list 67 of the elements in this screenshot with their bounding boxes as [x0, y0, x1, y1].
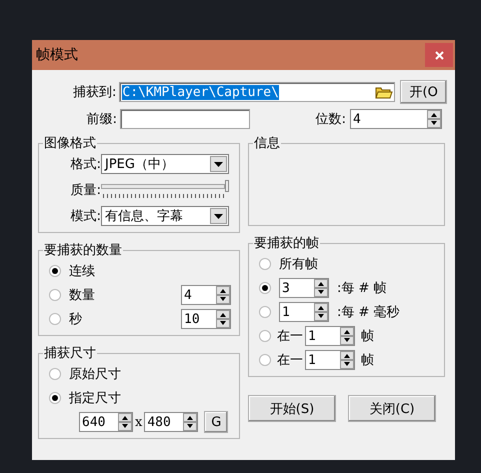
radio-button[interactable] — [259, 354, 271, 366]
option-label[interactable]: 在一 — [277, 327, 303, 345]
field-label: 位数: — [314, 111, 346, 128]
group-title: 图像格式 — [43, 135, 97, 152]
close-button[interactable] — [425, 43, 453, 67]
spin-buttons-icon[interactable] — [314, 279, 328, 297]
group-title: 捕获尺寸 — [43, 345, 97, 362]
prefix-field[interactable] — [120, 109, 250, 129]
group-title: 信息 — [253, 135, 281, 152]
window-title: 帧模式 — [36, 46, 78, 64]
option-label: :每 # 帧 — [337, 280, 387, 297]
dropdown-arrow-icon[interactable] — [214, 162, 223, 166]
spin-buttons-icon[interactable] — [183, 413, 198, 431]
number-spinner[interactable]: 1 — [305, 350, 355, 370]
option-label[interactable]: 指定尺寸 — [69, 389, 121, 407]
radio-button[interactable] — [49, 265, 61, 277]
field-label: 格式: — [70, 156, 101, 173]
open-button[interactable]: 开(O — [400, 80, 447, 104]
option-label: 帧 — [361, 328, 374, 345]
number-spinner[interactable]: 480 — [144, 412, 198, 432]
spin-buttons-icon[interactable] — [314, 303, 328, 321]
field-label: 捕获到: — [72, 84, 116, 101]
option-label[interactable]: 所有帧 — [279, 255, 318, 273]
dialog-button[interactable]: 关闭(C) — [348, 395, 436, 422]
slider-thumb[interactable] — [225, 180, 229, 192]
number-spinner[interactable]: 640 — [79, 412, 133, 432]
radio-button[interactable] — [49, 289, 61, 301]
spin-buttons-icon[interactable] — [118, 413, 132, 431]
field-label: 模式: — [70, 208, 101, 225]
format-dropdown[interactable]: JPEG（中） — [101, 154, 229, 174]
dropdown-arrow-icon[interactable] — [214, 214, 223, 218]
dialog-button[interactable]: 开始(S) — [248, 395, 336, 422]
radio-button[interactable] — [259, 282, 271, 294]
radio-button[interactable] — [259, 258, 271, 270]
number-spinner[interactable]: 4 — [181, 285, 231, 305]
size-separator: x — [135, 414, 142, 430]
spin-buttons-icon[interactable] — [427, 110, 441, 128]
field-label: 前缀: — [86, 111, 117, 128]
field-label: 质量: — [70, 182, 101, 199]
option-label[interactable]: 秒 — [69, 310, 173, 328]
option-label[interactable]: 数量 — [69, 286, 173, 304]
quality-slider[interactable] — [101, 180, 229, 200]
radio-button[interactable] — [259, 330, 271, 342]
radio-button[interactable] — [49, 368, 61, 380]
group-title: 要捕获的数量 — [43, 242, 123, 259]
spin-buttons-icon[interactable] — [216, 286, 230, 304]
number-spinner[interactable]: 1 — [305, 326, 355, 346]
path-field[interactable]: C:\KMPlayer\Capture\ — [119, 82, 396, 102]
radio-button[interactable] — [49, 313, 61, 325]
number-spinner[interactable]: 10 — [181, 309, 231, 329]
mode-dropdown[interactable]: 有信息、字幕 — [101, 206, 229, 226]
g-button[interactable]: G — [204, 411, 228, 433]
spin-buttons-icon[interactable] — [216, 310, 230, 328]
number-spinner[interactable]: 4 — [350, 109, 442, 129]
number-spinner[interactable]: 3 — [279, 278, 329, 298]
group-title: 要捕获的帧 — [253, 235, 320, 252]
option-label: :每 # 毫秒 — [337, 304, 400, 321]
radio-button[interactable] — [49, 392, 61, 404]
close-icon — [434, 50, 444, 60]
radio-button[interactable] — [259, 306, 271, 318]
spin-buttons-icon[interactable] — [340, 327, 354, 345]
option-label[interactable]: 连续 — [69, 262, 231, 280]
spin-buttons-icon[interactable] — [340, 351, 354, 369]
number-spinner[interactable]: 1 — [279, 302, 329, 322]
option-label: 帧 — [361, 352, 374, 369]
option-label[interactable]: 在一 — [277, 351, 303, 369]
option-label[interactable]: 原始尺寸 — [69, 365, 121, 383]
